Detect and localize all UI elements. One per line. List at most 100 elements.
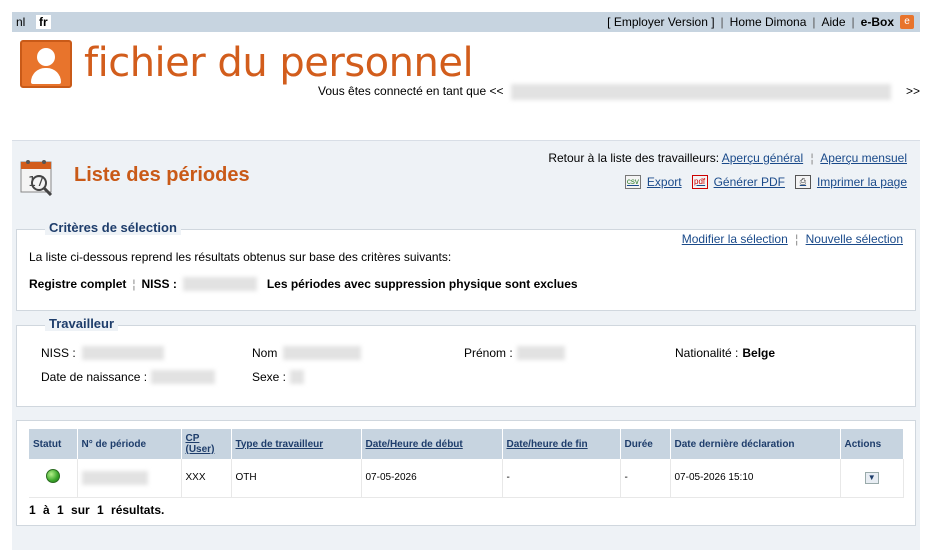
retour-links: Retour à la liste des travailleurs: Aper… — [548, 151, 907, 165]
col-fin: Date/heure de fin — [502, 429, 621, 459]
cell-periode — [77, 459, 182, 498]
criteres-fieldset: Critères de sélection Modifier la sélect… — [16, 220, 916, 311]
nationalite-label: Nationalité : — [675, 346, 739, 360]
periods-fieldset: Statut N° de période CP (User) Type de t… — [16, 420, 916, 526]
separator: ¦ — [795, 232, 799, 246]
connected-suffix: >> — [906, 84, 921, 98]
logo-body — [31, 68, 61, 84]
chevron-down-icon[interactable]: ▼ — [864, 471, 879, 484]
connected-prefix: Vous êtes connecté en tant que << — [318, 84, 504, 99]
home-dimona-link[interactable]: Home Dimona — [730, 15, 807, 29]
col-derniere: Date dernière déclaration — [670, 429, 841, 459]
col-debut: Date/Heure de début — [361, 429, 503, 459]
selection-links: Modifier la sélection ¦ Nouvelle sélecti… — [682, 232, 903, 246]
top-links: [ Employer Version ] | Home Dimona | Aid… — [607, 15, 914, 29]
criteres-intro: La liste ci-dessous reprend les résultat… — [29, 250, 452, 264]
apercu-mensuel-link[interactable]: Aperçu mensuel — [820, 151, 907, 165]
cell-type: OTH — [231, 459, 362, 498]
cell-statut — [29, 459, 78, 498]
cell-fin: - — [502, 459, 621, 498]
calendar-icon: 17 — [20, 160, 53, 196]
ebox-link[interactable]: e-Box — [861, 15, 894, 29]
travailleur-legend: Travailleur — [45, 316, 119, 331]
col-statut: Statut — [29, 429, 78, 459]
cell-debut: 07-05-2026 — [361, 459, 503, 498]
prenom-label: Prénom : — [464, 346, 513, 360]
separator: | — [720, 15, 724, 29]
separator: | — [812, 15, 816, 29]
sexe-value-redacted — [290, 370, 305, 384]
separator: ¦ — [810, 151, 814, 165]
imprimer-label: Imprimer la page — [816, 175, 907, 189]
csv-export-icon: csv — [624, 175, 641, 189]
cell-duree: - — [620, 459, 671, 498]
separator: ¦ — [132, 277, 136, 291]
lang-nl-link[interactable]: nl — [16, 15, 25, 29]
sort-fin-link[interactable]: Date/heure de fin — [507, 439, 588, 450]
periode-redacted — [81, 470, 148, 485]
connected-user-redacted — [510, 84, 891, 100]
lang-fr-link[interactable]: fr — [36, 15, 51, 29]
ebox-icon[interactable]: e — [900, 15, 914, 29]
worker-naissance: Date de naissance : — [41, 370, 216, 384]
cell-cp: XXX — [181, 459, 232, 498]
printer-icon: ⎙ — [794, 175, 811, 189]
sort-cp-link[interactable]: CP (User) — [186, 433, 215, 455]
nouvelle-selection-link[interactable]: Nouvelle sélection — [806, 232, 903, 246]
page-title: Liste des périodes — [74, 164, 250, 186]
worker-nationalite: Nationalité : Belge — [675, 346, 775, 360]
results-count: 1 à 1 sur 1 résultats. — [29, 503, 165, 517]
niss-redacted — [182, 277, 257, 291]
person-logo-icon — [20, 40, 72, 88]
niss-label: NISS : — [41, 346, 76, 360]
separator: | — [851, 15, 855, 29]
export-link[interactable]: csv Export — [624, 175, 682, 189]
col-periode: N° de période — [77, 429, 182, 459]
pdf-icon: pdf — [691, 175, 708, 189]
imprimer-link[interactable]: ⎙ Imprimer la page — [794, 175, 907, 189]
prenom-value-redacted — [516, 346, 565, 360]
connected-as: Vous êtes connecté en tant que << — [318, 84, 923, 100]
cell-derniere: 07-05-2026 15:10 — [670, 459, 841, 498]
col-actions: Actions — [840, 429, 904, 459]
apercu-general-link[interactable]: Aperçu général — [722, 151, 803, 165]
generer-pdf-link[interactable]: pdf Générer PDF — [691, 175, 785, 189]
col-type: Type de travailleur — [231, 429, 362, 459]
criteres-legend: Critères de sélection — [45, 220, 181, 235]
nationalite-value: Belge — [742, 346, 776, 360]
table-header-row: Statut N° de période CP (User) Type de t… — [29, 429, 904, 459]
worker-sexe: Sexe : — [252, 370, 305, 384]
retour-label: Retour à la liste des travailleurs: — [548, 151, 720, 165]
niss-value-redacted — [81, 346, 164, 360]
col-cp: CP (User) — [181, 429, 232, 459]
app-title: fichier du personnel — [84, 40, 474, 86]
sort-debut-link[interactable]: Date/Heure de début — [366, 439, 463, 450]
worker-nom: Nom — [252, 346, 362, 360]
col-duree: Durée — [620, 429, 671, 459]
niss-criteria-label: NISS : — [141, 277, 177, 291]
sort-type-link[interactable]: Type de travailleur — [236, 439, 324, 450]
employer-version-link[interactable]: [ Employer Version ] — [607, 15, 714, 29]
cell-actions: ▼ — [840, 459, 904, 498]
logo-head — [37, 48, 55, 66]
worker-niss: NISS : — [41, 346, 164, 360]
criteria-summary: Registre complet ¦ NISS : Les périodes a… — [29, 277, 578, 291]
naissance-value-redacted — [151, 370, 216, 384]
modifier-selection-link[interactable]: Modifier la sélection — [682, 232, 788, 246]
registre-complet: Registre complet — [29, 277, 127, 291]
table-row[interactable]: XXX OTH 07-05-2026 - - 07-05-2026 15:10 … — [29, 459, 904, 498]
generer-pdf-label: Générer PDF — [713, 175, 785, 189]
worker-prenom: Prénom : — [464, 346, 565, 360]
nom-label: Nom — [252, 346, 278, 360]
travailleur-fieldset: Travailleur NISS : Nom Prénom : National… — [16, 316, 916, 407]
sexe-label: Sexe : — [252, 370, 287, 384]
exclusion-note: Les périodes avec suppression physique s… — [266, 277, 578, 291]
naissance-label: Date de naissance : — [41, 370, 148, 384]
export-label: Export — [646, 175, 682, 189]
periods-table: Statut N° de période CP (User) Type de t… — [29, 429, 904, 498]
status-ok-icon — [45, 469, 60, 484]
top-bar: nl fr [ Employer Version ] | Home Dimona… — [12, 12, 920, 32]
aide-link[interactable]: Aide — [822, 15, 846, 29]
page-actions: csv Export pdf Générer PDF ⎙ Imprimer la… — [615, 175, 907, 189]
nom-value-redacted — [283, 346, 362, 360]
